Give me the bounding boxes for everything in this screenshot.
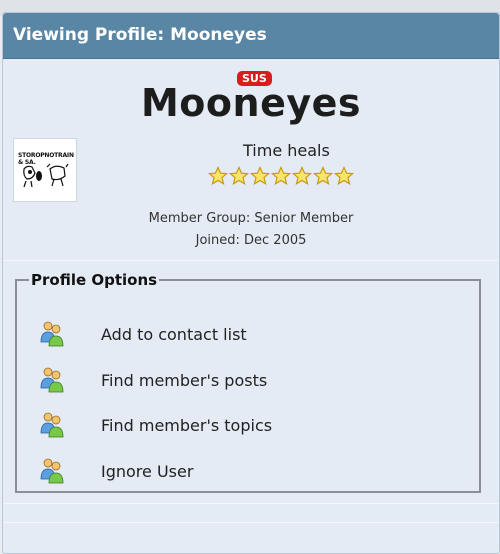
avatar: STOROPNOTRAIN & SA. (13, 138, 77, 202)
star-icon (229, 166, 249, 186)
users-icon (40, 321, 64, 347)
option-label: Find member's posts (101, 370, 268, 390)
star-icon (292, 166, 312, 186)
page-title: Viewing Profile: Mooneyes (13, 25, 267, 45)
profile-tagline: Time heals (243, 141, 330, 160)
option-label: Find member's topics (101, 415, 273, 435)
star-icon (208, 166, 228, 186)
users-icon (40, 458, 64, 484)
member-group: Member Group: Senior Member (148, 211, 354, 226)
users-icon (40, 412, 64, 438)
option-label: Ignore User (101, 461, 194, 481)
rating-stars (208, 166, 354, 186)
star-icon (313, 166, 333, 186)
profile-card: Viewing Profile: Mooneyes SUS Mooneyes S… (2, 12, 500, 554)
username: Mooneyes (140, 81, 361, 125)
star-icon (250, 166, 270, 186)
profile-options-legend: Profile Options (31, 271, 158, 289)
star-icon (334, 166, 354, 186)
option-find-posts[interactable]: Find member's posts (39, 365, 267, 395)
avatar-drawing-icon (23, 163, 69, 188)
joined-date: Joined: Dec 2005 (195, 233, 307, 248)
profile-options: Profile Options Add to contact list Find… (15, 271, 481, 493)
divider (3, 260, 499, 261)
footer-strip (3, 503, 499, 523)
option-label: Add to contact list (101, 324, 247, 344)
option-ignore-user[interactable]: Ignore User (39, 456, 193, 486)
star-icon (271, 166, 291, 186)
option-find-topics[interactable]: Find member's topics (39, 410, 272, 440)
users-icon (40, 367, 64, 393)
profile-header: Viewing Profile: Mooneyes (3, 13, 499, 59)
option-add-contact[interactable]: Add to contact list (39, 319, 247, 349)
